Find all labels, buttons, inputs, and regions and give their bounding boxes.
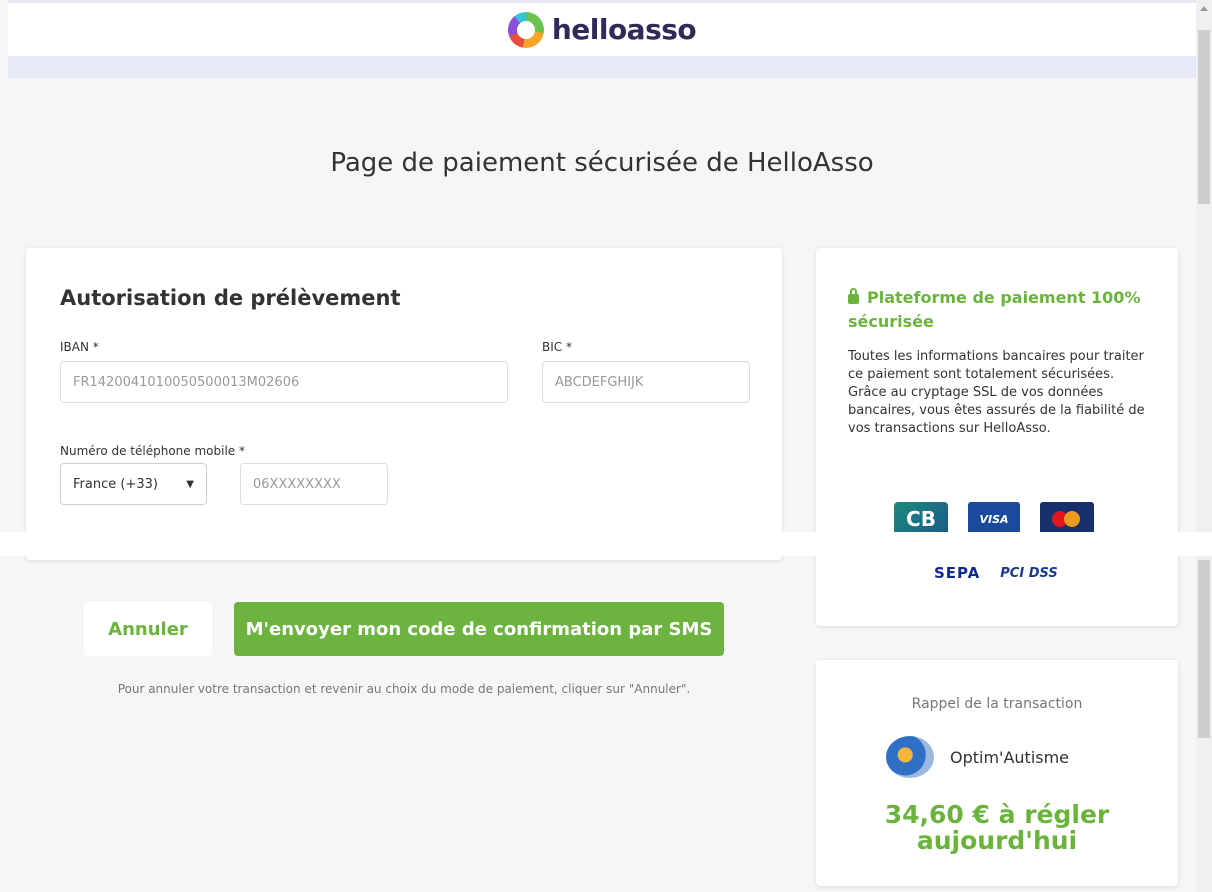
- phone-input[interactable]: 06XXXXXXXX: [240, 463, 388, 505]
- organization-row: Optim'Autisme: [886, 736, 1069, 778]
- security-card: Plateforme de paiement 100% sécurisée To…: [816, 248, 1178, 626]
- lock-icon: [848, 288, 859, 304]
- iban-label: IBAN *: [60, 340, 99, 354]
- helloasso-logo-icon: [507, 11, 544, 48]
- render-artifact-strip: [0, 532, 1212, 556]
- security-title: Plateforme de paiement 100% sécurisée: [848, 286, 1148, 334]
- sepa-logo-icon: SEPA: [934, 564, 981, 582]
- scrollbar[interactable]: [1196, 0, 1212, 892]
- bic-label: BIC *: [542, 340, 572, 354]
- payment-logos-row-2: SEPA PCI DSS: [934, 564, 1058, 582]
- direct-debit-form-card: Autorisation de prélèvement IBAN * FR142…: [26, 248, 782, 560]
- cb-card-icon: CB: [894, 502, 948, 536]
- security-title-text: Plateforme de paiement 100% sécurisée: [848, 288, 1141, 331]
- form-title: Autorisation de prélèvement: [60, 286, 401, 310]
- caret-down-icon: ▼: [186, 478, 194, 490]
- country-code-value: France (+33): [73, 476, 158, 492]
- recap-title: Rappel de la transaction: [911, 696, 1083, 712]
- country-code-select[interactable]: France (+33) ▼: [60, 463, 207, 505]
- visa-card-icon: VISA: [968, 502, 1020, 536]
- transaction-recap-card: Rappel de la transaction Optim'Autisme 3…: [816, 660, 1178, 886]
- scroll-thumb[interactable]: [1198, 30, 1210, 204]
- brand-name: helloasso: [551, 13, 697, 46]
- scroll-thumb-secondary: [1198, 560, 1210, 738]
- bic-input[interactable]: ABCDEFGHIJK: [542, 361, 750, 403]
- scroll-up-arrow-icon[interactable]: [1200, 6, 1208, 11]
- organization-logo: [886, 736, 934, 778]
- header-bar: helloasso: [8, 0, 1196, 56]
- header-subbar: [8, 56, 1196, 78]
- send-sms-code-button[interactable]: M'envoyer mon code de confirmation par S…: [234, 602, 724, 656]
- cancel-hint: Pour annuler votre transaction et reveni…: [117, 682, 691, 696]
- amount-due: 34,60 € à régler aujourd'hui: [884, 800, 1110, 855]
- security-text: Toutes les informations bancaires pour t…: [848, 349, 1145, 436]
- pci-dss-logo-icon: PCI DSS: [1000, 565, 1058, 581]
- mastercard-icon: [1040, 502, 1094, 536]
- phone-label: Numéro de téléphone mobile *: [60, 444, 245, 458]
- page-title: Page de paiement sécurisée de HelloAsso: [330, 148, 874, 178]
- helloasso-logo[interactable]: helloasso: [507, 11, 697, 48]
- cancel-button[interactable]: Annuler: [84, 602, 212, 656]
- payment-logos-row-1: CB VISA: [894, 502, 1094, 536]
- iban-input[interactable]: FR1420041010050500013M02606: [60, 361, 508, 403]
- organization-name: Optim'Autisme: [950, 747, 1070, 767]
